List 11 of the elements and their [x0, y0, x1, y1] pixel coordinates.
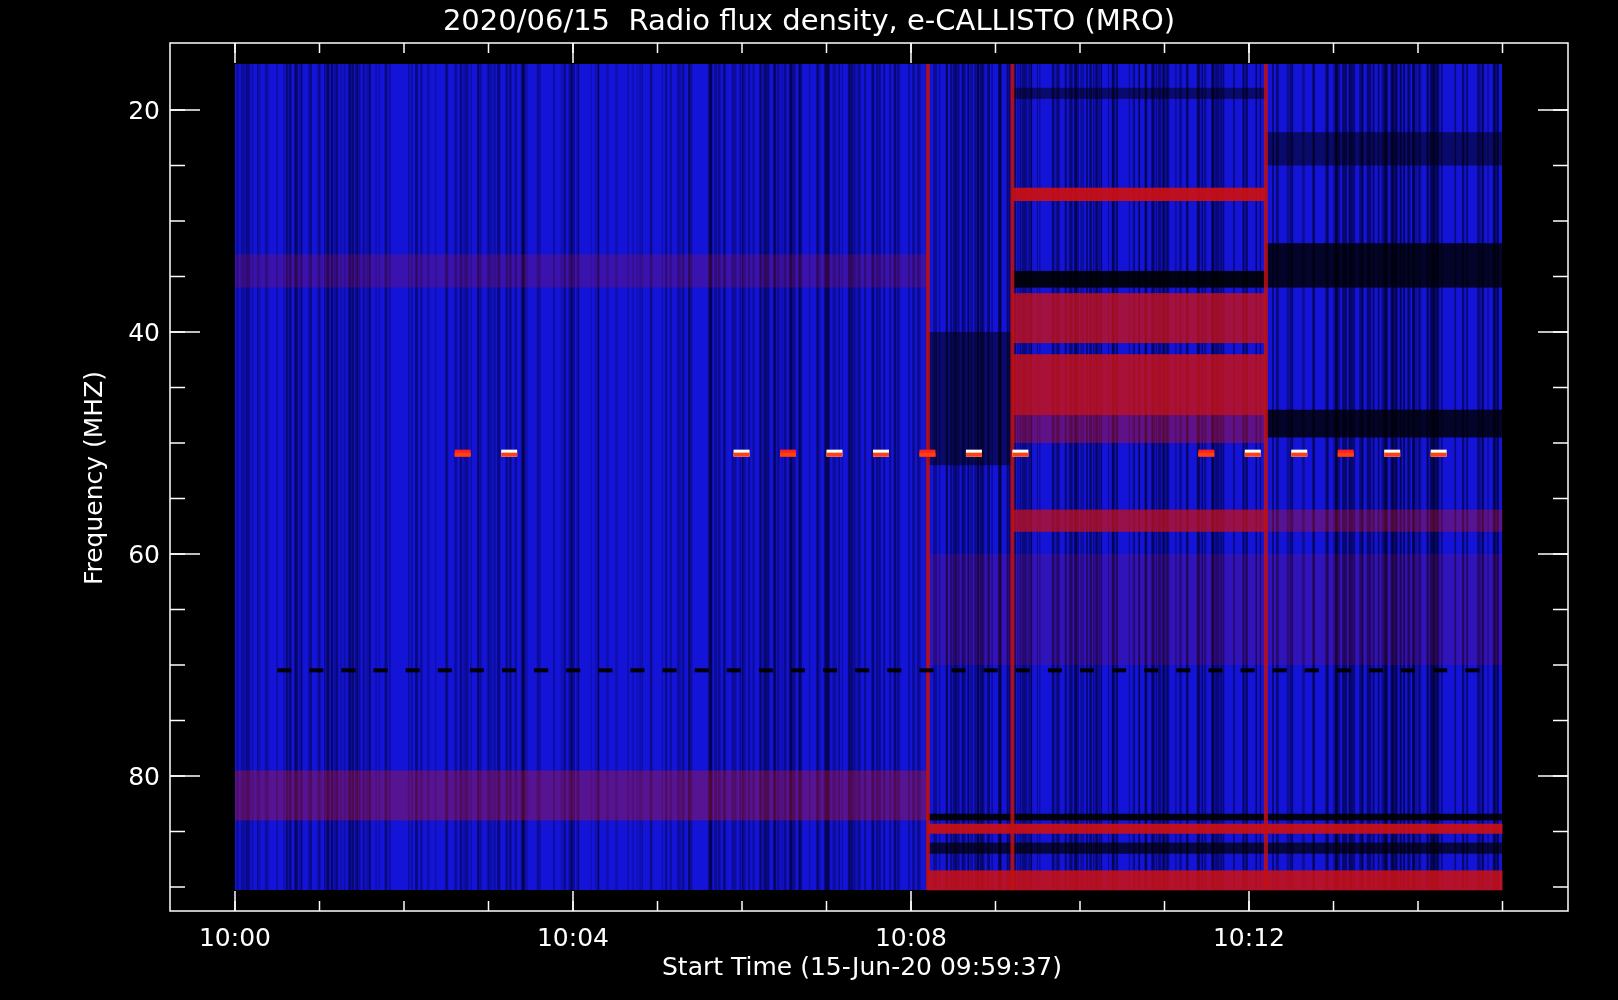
axis-tick-label: 10:04 [537, 923, 609, 952]
axis-tick-label: 20 [128, 96, 160, 125]
axis-tick-label: 10:12 [1213, 923, 1285, 952]
axis-tick-label: 40 [128, 318, 160, 347]
axis-tick-label: 10:00 [199, 923, 271, 952]
axis-tick-label: 80 [128, 762, 160, 791]
y-axis-label: Frequency (MHZ) [79, 370, 108, 586]
axis-tick-label: 60 [128, 540, 160, 569]
axis-tick-label: 10:08 [875, 923, 947, 952]
x-axis-label: Start Time (15-Jun-20 09:59:37) [662, 952, 1062, 981]
plot-title: 2020/06/15 Radio flux density, e-CALLISTO (MRO) [442, 3, 1176, 37]
